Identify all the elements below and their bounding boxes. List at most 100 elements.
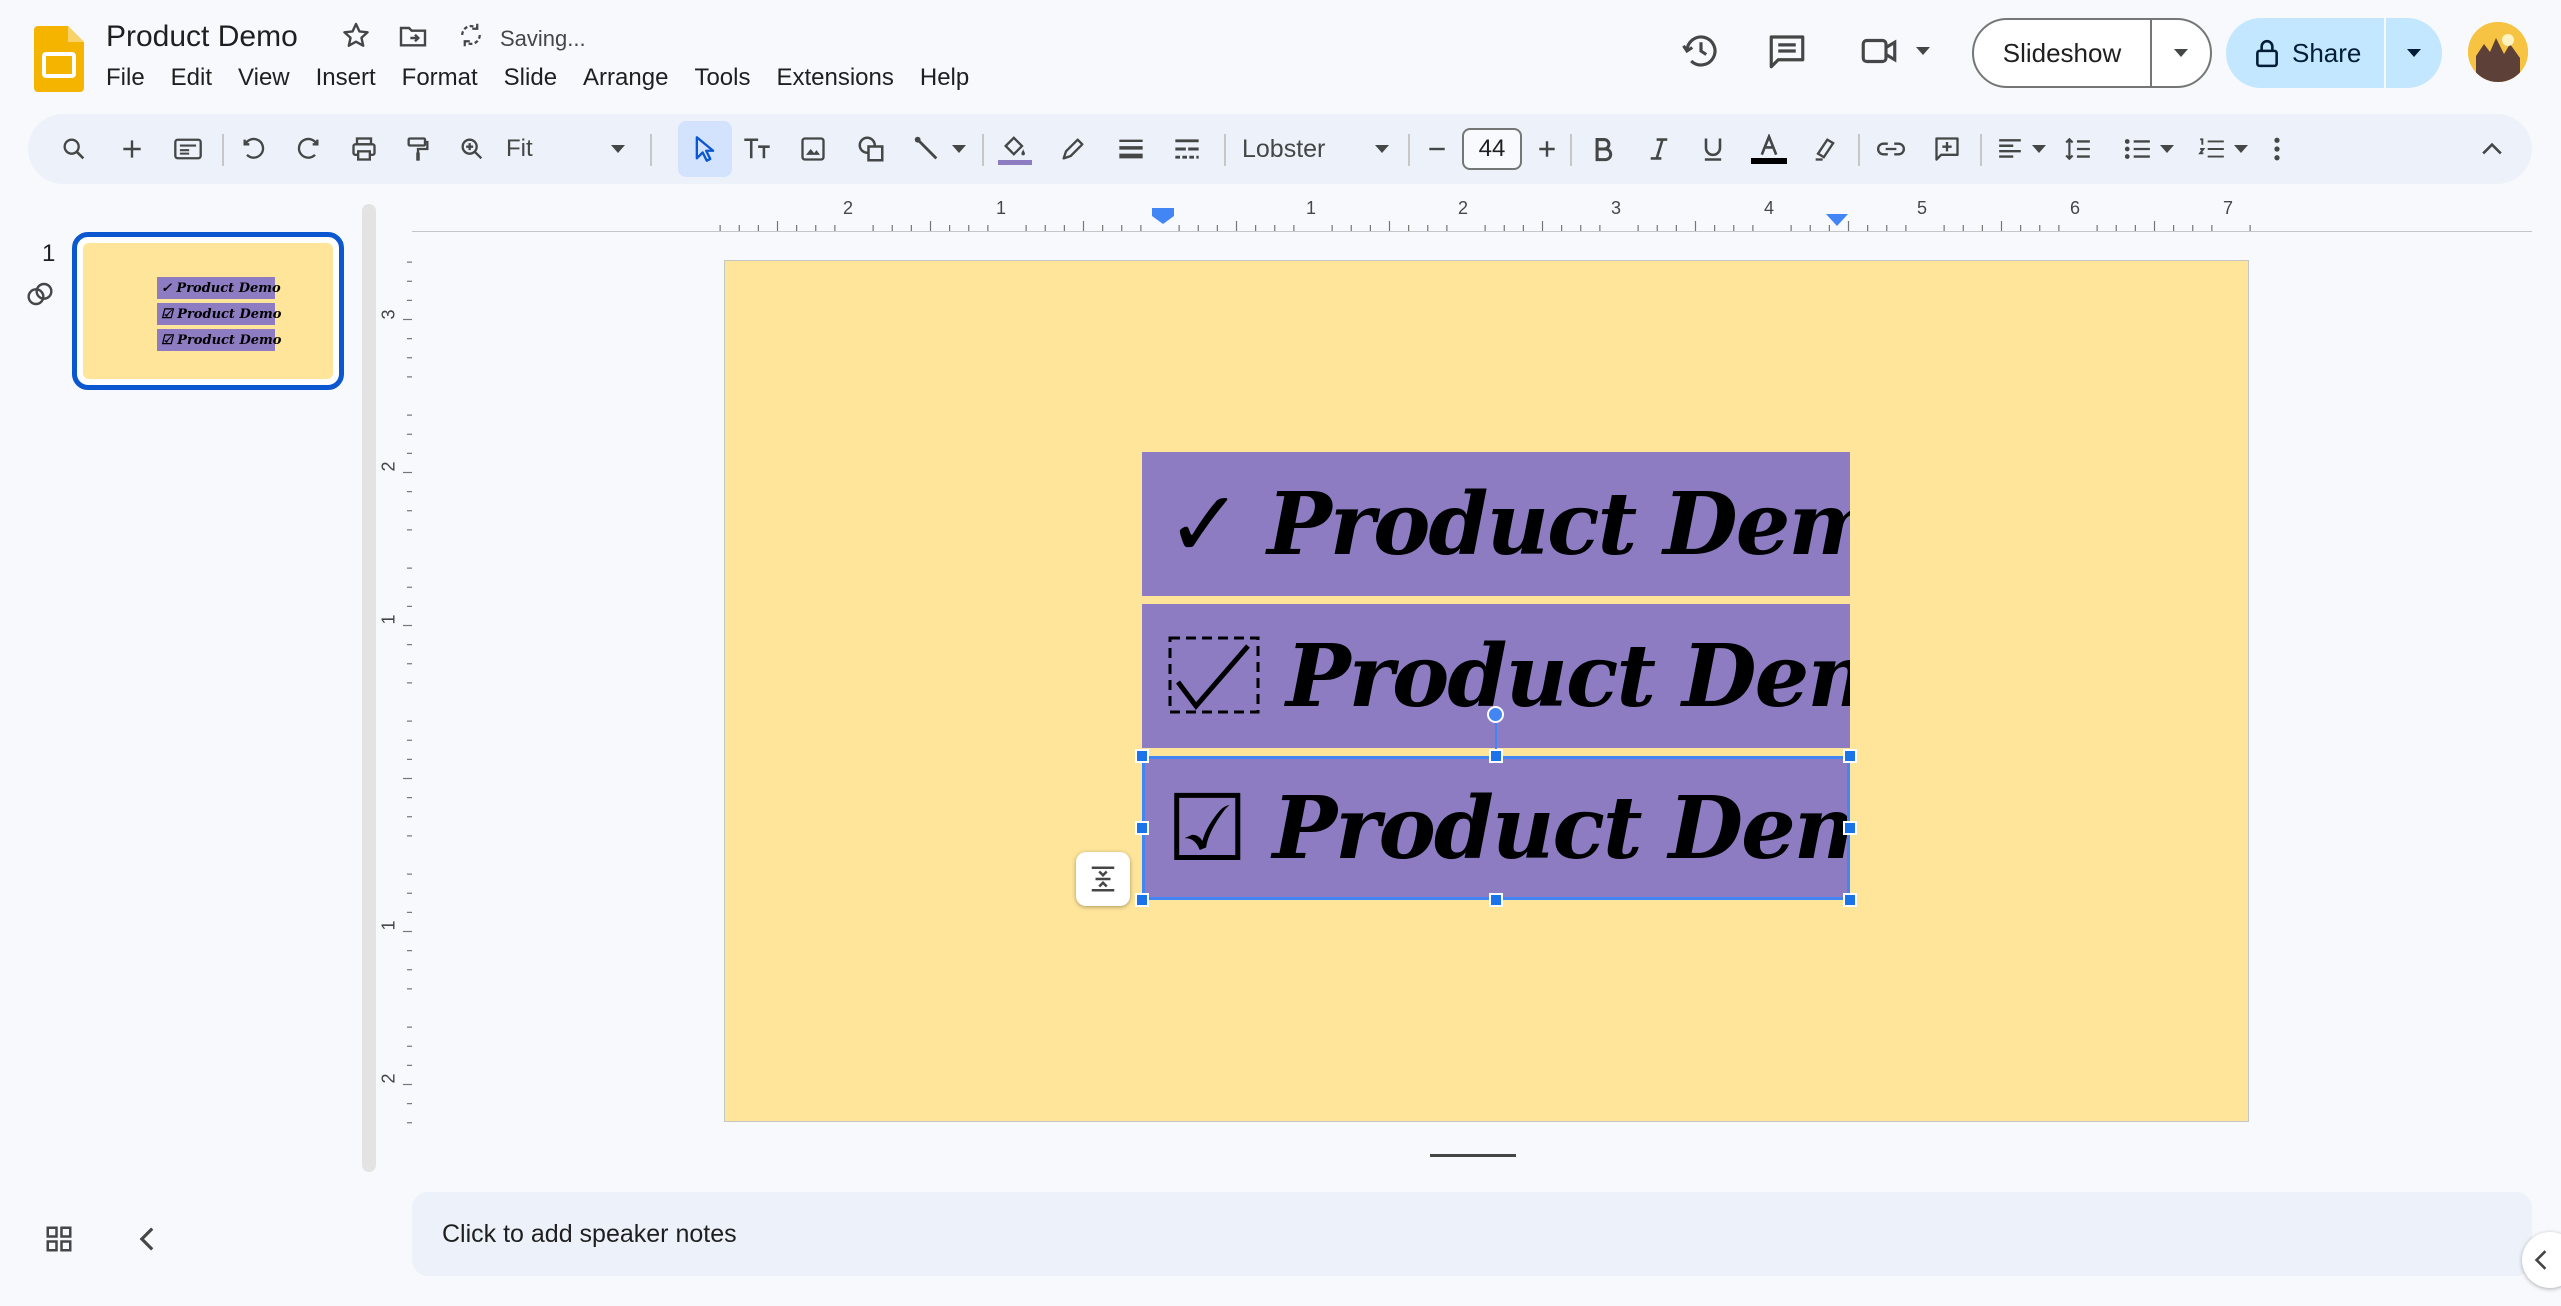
meet-icon[interactable]: [1858, 30, 1900, 77]
horizontal-ruler[interactable]: 2 1 1 2 3 4 5 6 7: [412, 198, 2532, 232]
ruler-label: 4: [1764, 198, 1775, 218]
bulleted-list-icon[interactable]: [2118, 129, 2158, 169]
menu-edit[interactable]: Edit: [171, 64, 225, 92]
insert-link-icon[interactable]: [1870, 129, 1912, 169]
increase-font-size-icon[interactable]: [1530, 129, 1564, 169]
resize-handle-nw[interactable]: [1135, 749, 1149, 763]
line-icon[interactable]: [906, 129, 948, 169]
font-size-input[interactable]: 44: [1462, 128, 1522, 170]
fill-color-icon[interactable]: [994, 129, 1036, 169]
undo-icon[interactable]: [234, 129, 274, 169]
menu-file[interactable]: File: [106, 64, 158, 92]
filmstrip-scrollbar[interactable]: [362, 204, 376, 1172]
line-dropdown-icon[interactable]: [948, 129, 970, 169]
account-avatar[interactable]: [2468, 22, 2528, 82]
highlight-color-icon[interactable]: [1804, 129, 1846, 169]
vertical-ruler[interactable]: 3 2 1 1 2: [378, 236, 414, 1146]
bold-icon[interactable]: [1582, 129, 1624, 169]
text-box-icon[interactable]: [736, 129, 778, 169]
menu-arrange[interactable]: Arrange: [583, 64, 681, 92]
resize-handle-w[interactable]: [1135, 821, 1149, 835]
print-icon[interactable]: [344, 129, 384, 169]
resize-handle-se[interactable]: [1843, 893, 1857, 907]
menu-format[interactable]: Format: [402, 64, 491, 92]
check-mark-icon: ✓: [1166, 470, 1244, 578]
select-cursor-icon[interactable]: [684, 129, 726, 169]
speaker-notes-placeholder: Click to add speaker notes: [442, 1219, 737, 1248]
menu-bar: File Edit View Insert Format Slide Arran…: [106, 64, 995, 92]
new-slide-icon[interactable]: [112, 129, 152, 169]
align-dropdown-icon[interactable]: [2028, 129, 2050, 169]
underline-icon[interactable]: [1692, 129, 1734, 169]
decrease-font-size-icon[interactable]: [1420, 129, 1454, 169]
star-icon[interactable]: [340, 20, 372, 57]
menu-slide[interactable]: Slide: [504, 64, 570, 92]
move-folder-icon[interactable]: [397, 20, 429, 57]
dashed-check-box-icon: [1166, 634, 1262, 718]
border-dash-icon[interactable]: [1166, 129, 1208, 169]
meet-dropdown-icon[interactable]: [1914, 44, 1932, 62]
version-history-icon[interactable]: [1680, 30, 1722, 77]
share-options-icon[interactable]: [2386, 47, 2442, 59]
ruler-label: 1: [996, 198, 1007, 218]
border-weight-icon[interactable]: [1110, 129, 1152, 169]
border-color-icon[interactable]: [1052, 129, 1094, 169]
font-name: Lobster: [1242, 134, 1326, 163]
resize-handle-n[interactable]: [1489, 749, 1503, 763]
zoom-icon[interactable]: [452, 129, 492, 169]
italic-icon[interactable]: [1638, 129, 1680, 169]
resize-handle-e[interactable]: [1843, 821, 1857, 835]
speaker-notes[interactable]: Click to add speaker notes: [412, 1192, 2532, 1276]
selection-frame: [1142, 756, 1850, 900]
search-menus-icon[interactable]: [54, 129, 94, 169]
text-color-icon[interactable]: [1746, 129, 1792, 169]
layout-icon[interactable]: [168, 129, 208, 169]
ruler-label: 7: [2223, 198, 2234, 218]
slides-logo[interactable]: [34, 26, 84, 92]
share-label: Share: [2292, 37, 2362, 68]
redo-icon[interactable]: [288, 129, 328, 169]
collapse-toolbar-icon[interactable]: [2472, 129, 2512, 169]
numbered-list-icon[interactable]: [2192, 129, 2232, 169]
rotate-handle[interactable]: [1487, 706, 1504, 723]
thumbnail-text-box: ☑ Product Demo: [157, 303, 281, 325]
chevron-down-icon: [1375, 145, 1389, 153]
thumbnail-text-box: ☑ Product Demo: [157, 329, 281, 351]
notes-resize-handle[interactable]: [1430, 1154, 1516, 1157]
slideshow-options-icon[interactable]: [2152, 47, 2210, 59]
menu-tools[interactable]: Tools: [694, 64, 763, 92]
lock-icon: [2256, 40, 2278, 68]
collapse-filmstrip-icon[interactable]: [136, 1226, 158, 1257]
resize-handle-ne[interactable]: [1843, 749, 1857, 763]
comments-icon[interactable]: [1766, 30, 1808, 77]
font-select[interactable]: Lobster: [1236, 129, 1396, 169]
slideshow-button[interactable]: Slideshow: [1972, 18, 2212, 88]
image-icon[interactable]: [792, 129, 834, 169]
ruler-label: 2: [1458, 198, 1469, 218]
resize-handle-s[interactable]: [1489, 893, 1503, 907]
numbered-list-dropdown-icon[interactable]: [2230, 129, 2252, 169]
align-icon[interactable]: [1990, 129, 2030, 169]
paint-format-icon[interactable]: [398, 129, 438, 169]
ruler-label: 6: [2070, 198, 2081, 218]
bulleted-list-dropdown-icon[interactable]: [2156, 129, 2178, 169]
text-box-1[interactable]: ✓ Product Demo: [1142, 452, 1850, 596]
vertical-align-button[interactable]: [1076, 852, 1130, 906]
menu-extensions[interactable]: Extensions: [776, 64, 906, 92]
add-comment-icon[interactable]: [1926, 129, 1968, 169]
document-title[interactable]: Product Demo: [106, 20, 298, 54]
resize-handle-sw[interactable]: [1135, 893, 1149, 907]
zoom-select[interactable]: Fit: [506, 129, 626, 169]
slide-thumbnail[interactable]: ✓ Product Demo ☑ Product Demo ☑ Product …: [72, 232, 344, 390]
more-options-icon[interactable]: [2262, 129, 2292, 169]
ruler-label: 2: [378, 461, 399, 472]
share-button[interactable]: Share: [2226, 18, 2442, 88]
menu-help[interactable]: Help: [920, 64, 982, 92]
grid-view-icon[interactable]: [44, 1224, 74, 1259]
menu-view[interactable]: View: [238, 64, 303, 92]
line-spacing-icon[interactable]: [2058, 129, 2098, 169]
zoom-value: Fit: [506, 135, 533, 162]
menu-insert[interactable]: Insert: [316, 64, 389, 92]
toolbar: Fit Lobster 44: [28, 114, 2532, 184]
shape-icon[interactable]: [850, 129, 892, 169]
